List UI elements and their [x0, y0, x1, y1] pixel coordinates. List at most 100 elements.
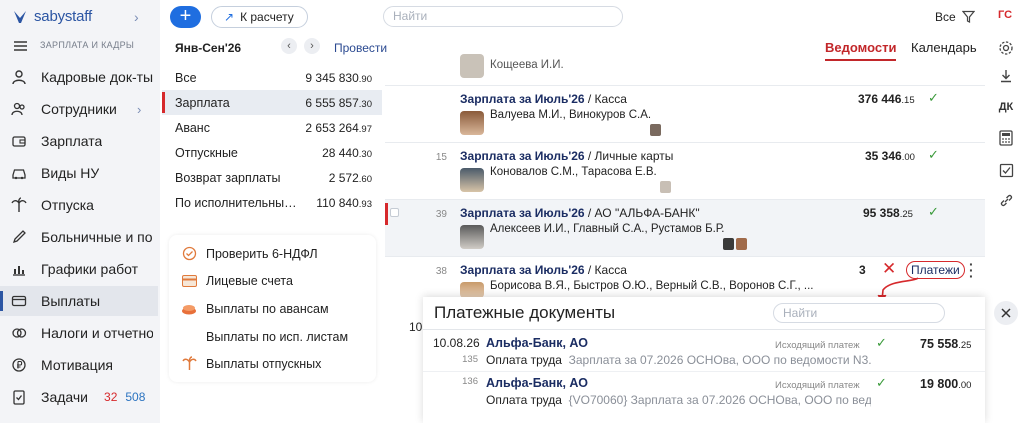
payment-row[interactable]: 136 Альфа-Банк, АО Оплата труда {VO70060…: [423, 371, 985, 410]
filter-icon[interactable]: [961, 10, 976, 26]
row-title: Зарплата за Июль'26 / Касса: [460, 263, 627, 277]
logo[interactable]: sabystaff: [12, 8, 92, 25]
sidebar-item-label: Больничные и пос: [41, 229, 153, 245]
palm-icon: [181, 356, 197, 371]
payment-amount: 75 558.25: [920, 337, 972, 351]
sidebar-item-label: Графики работ: [41, 261, 139, 277]
summary-value: 28 440.30: [322, 145, 372, 160]
chart-icon: [11, 261, 27, 277]
sidebar-item-motivaciya[interactable]: Мотивация: [0, 350, 158, 380]
chevron-right-icon: ›: [137, 101, 142, 117]
palm-icon: [11, 197, 27, 213]
link-icon[interactable]: [994, 189, 1018, 211]
row-marker: [385, 203, 388, 225]
to-calculation-button[interactable]: ↗ К расчету: [211, 6, 308, 28]
quick-links-panel: Проверить 6-НДФЛ Лицевые счета Выплаты п…: [169, 235, 376, 382]
sidebar-item-zarplata[interactable]: Зарплата: [0, 126, 158, 156]
to-calculation-label: К расчету: [240, 10, 294, 24]
sidebar-item-label: Отпуска: [41, 197, 94, 213]
row-checkbox[interactable]: [390, 208, 399, 217]
menu-icon[interactable]: [14, 41, 27, 53]
payment-bank: Альфа-Банк, АО: [486, 376, 588, 390]
summary-row-otpusknye[interactable]: Отпускные 28 440.30: [162, 140, 382, 165]
filter-all-label[interactable]: Все: [935, 10, 956, 24]
summary-row-isp-listy[interactable]: По исполнительным листам 110 840.93: [162, 190, 382, 215]
sidebar-item-kadrovye[interactable]: Кадровые док-ты: [0, 62, 158, 92]
sidebar-item-otpuska[interactable]: Отпуска: [0, 190, 158, 220]
tab-vedomosti[interactable]: Ведомости: [825, 40, 897, 61]
check-icon: ✓: [876, 375, 887, 390]
summary-value: 6 555 857.30: [305, 95, 372, 110]
summary-row-vozvrat[interactable]: Возврат зарплаты 2 572.60: [162, 165, 382, 190]
row-amount: 35 346.00: [865, 149, 915, 163]
row-title: Зарплата за Июль'26 / Касса: [460, 92, 627, 106]
link-check-ndfl[interactable]: Проверить 6-НДФЛ: [181, 246, 318, 261]
sidebar-item-label: Зарплата: [41, 133, 103, 149]
period-next-button[interactable]: ›: [304, 38, 320, 54]
sidebar-item-label: Мотивация: [41, 357, 114, 373]
avatar: [460, 282, 484, 298]
payment-date: 10.08.26: [433, 336, 480, 350]
close-popup-button[interactable]: [994, 301, 1018, 325]
summary-name: Зарплата: [175, 95, 230, 110]
pencil-icon: [11, 229, 27, 245]
row-people: Кощеева И.И.: [490, 59, 564, 71]
checklist-icon[interactable]: [994, 159, 1018, 181]
link-vacation-payments[interactable]: Выплаты отпускных: [181, 356, 321, 371]
row-number: 10: [409, 320, 423, 334]
add-button[interactable]: +: [170, 6, 201, 28]
period-prev-button[interactable]: ‹: [281, 38, 297, 54]
car-icon: [11, 165, 27, 181]
payment-number: 136: [462, 376, 478, 387]
search-input[interactable]: Найти: [383, 6, 623, 27]
gear-icon[interactable]: [994, 37, 1018, 59]
row-amount: 3: [859, 263, 866, 277]
payment-row[interactable]: 10.08.26 135 Альфа-Банк, АО Оплата труда…: [423, 332, 985, 371]
link-isp-listy[interactable]: Выплаты по исп. листам: [181, 330, 348, 344]
link-accounts[interactable]: Лицевые счета: [181, 274, 293, 288]
popup-search-input[interactable]: Найти: [773, 303, 945, 323]
avatar: [460, 168, 484, 192]
sidebar-item-grafiki[interactable]: Графики работ: [0, 254, 158, 284]
sidebar-item-label: Налоги и отчетно: [41, 325, 153, 341]
table-row[interactable]: 15 Зарплата за Июль'26 / Личные карты Ко…: [385, 142, 985, 199]
summary-value: 2 572.60: [328, 170, 372, 185]
more-icon[interactable]: · · ·: [969, 257, 974, 283]
summary-row-zarplata[interactable]: Зарплата 6 555 857.30: [162, 90, 382, 115]
coins-icon: [11, 325, 27, 341]
logo-text: sabystaff: [34, 8, 92, 25]
summary-row-all[interactable]: Все 9 345 830.90: [162, 65, 382, 90]
link-advances[interactable]: Выплаты по авансам: [181, 302, 329, 316]
table-row[interactable]: Зарплата за Июль'26 / Касса Валуева М.И.…: [385, 85, 985, 142]
avatar: [460, 54, 484, 78]
link-label: Лицевые счета: [206, 274, 293, 288]
tab-kalendar[interactable]: Календарь: [911, 40, 977, 55]
summary-name: Все: [175, 70, 197, 85]
row-people: Коновалов С.М., Тарасова Е.В.: [490, 166, 657, 178]
row-people: Валуева М.И., Винокуров С.А.: [490, 109, 652, 121]
download-icon[interactable]: [994, 65, 1018, 87]
payment-bank: Альфа-Банк, АО: [486, 336, 588, 350]
payment-type: Исходящий платеж: [775, 340, 860, 351]
sidebar-item-vidy-nu[interactable]: Виды НУ: [0, 158, 158, 188]
period-label[interactable]: Янв-Сен'26: [175, 41, 241, 55]
payment-description: Оплата труда {VO70060} Зарплата за 07.20…: [486, 393, 871, 407]
dk-icon[interactable]: ДК: [994, 96, 1018, 118]
card-icon: [11, 293, 27, 309]
sidebar-item-vyplaty[interactable]: Выплаты: [0, 286, 158, 316]
provesti-button[interactable]: Провести: [334, 41, 387, 55]
sidebar-item-label: Кадровые док-ты: [41, 69, 153, 85]
sidebar-item-sotrudniki[interactable]: Сотрудники ›: [0, 94, 158, 124]
sidebar-item-nalogi[interactable]: Налоги и отчетно: [0, 318, 158, 348]
section-title: ЗАРПЛАТА И КАДРЫ: [40, 40, 135, 50]
calculator-icon[interactable]: [994, 127, 1018, 149]
sidebar-item-bolnichnye[interactable]: Больничные и пос: [0, 222, 158, 252]
logo-icon: [14, 10, 26, 23]
table-row[interactable]: 39 Зарплата за Июль'26 / АО "АЛЬФА-БАНК"…: [385, 199, 985, 256]
sidebar-item-zadachi[interactable]: Задачи 32 508: [0, 382, 158, 412]
chevron-right-icon[interactable]: ›: [134, 9, 139, 25]
summary-name: По исполнительным листам: [175, 195, 300, 210]
summary-row-avans[interactable]: Аванс 2 653 264.97: [162, 115, 382, 140]
user-initials[interactable]: ГС: [998, 9, 1012, 21]
table-row[interactable]: Кощеева И.И.: [385, 54, 985, 84]
